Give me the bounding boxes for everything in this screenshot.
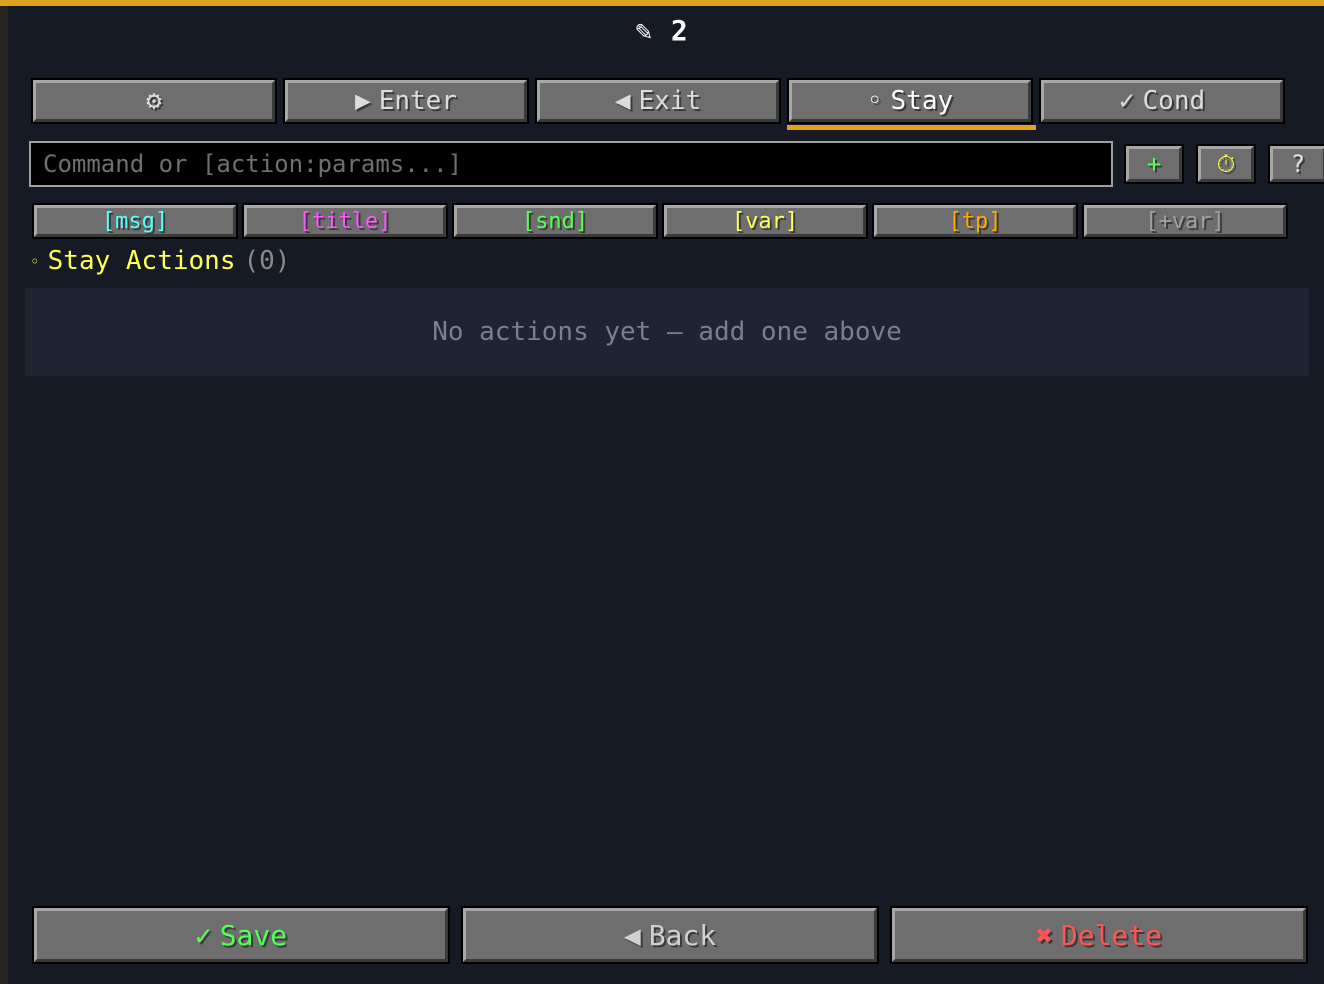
background-strip xyxy=(0,0,8,984)
tab-exit[interactable]: ◀ Exit xyxy=(535,78,781,124)
tab-label: Exit xyxy=(638,86,702,116)
screen: ✎ 2 ⚙ ▶ Enter ◀ Exit ◦ Stay ✓ Cond + ⏱ ?… xyxy=(0,0,1324,984)
title-text: 2 xyxy=(670,14,689,47)
help-button[interactable]: ? xyxy=(1268,144,1324,184)
tab-stay[interactable]: ◦ Stay xyxy=(787,78,1033,124)
chip-snd[interactable]: [snd] xyxy=(452,203,658,239)
tab-cond[interactable]: ✓ Cond xyxy=(1039,78,1285,124)
accent-top-bar xyxy=(0,0,1324,6)
back-button[interactable]: ◀ Back xyxy=(461,906,879,964)
pencil-icon: ✎ xyxy=(635,14,654,47)
chip-msg[interactable]: [msg] xyxy=(32,203,238,239)
page-title: ✎ 2 xyxy=(0,14,1324,47)
empty-message: No actions yet — add one above xyxy=(432,317,902,347)
actions-list-empty: No actions yet — add one above xyxy=(25,288,1309,376)
timer-icon: ⏱ xyxy=(1216,150,1236,178)
tab-settings[interactable]: ⚙ xyxy=(31,78,277,124)
back-arrow-icon: ◀ xyxy=(614,86,631,116)
chip-add-var[interactable]: [+var] xyxy=(1082,203,1288,239)
delete-button[interactable]: ✖ Delete xyxy=(890,906,1308,964)
section-title: Stay Actions xyxy=(47,246,236,276)
plus-icon: + xyxy=(1146,150,1162,178)
section-count: (0) xyxy=(243,246,291,276)
circle-icon: ◦ xyxy=(866,86,883,116)
back-arrow-icon: ◀ xyxy=(623,918,641,952)
circle-icon: ◦ xyxy=(30,251,40,271)
command-input[interactable] xyxy=(29,141,1113,187)
check-icon: ✓ xyxy=(1118,86,1135,116)
add-action-button[interactable]: + xyxy=(1124,144,1184,184)
check-icon: ✓ xyxy=(194,918,212,952)
chip-var[interactable]: [var] xyxy=(662,203,868,239)
tab-label: Stay xyxy=(890,86,954,116)
tab-label: Enter xyxy=(378,86,457,116)
tab-enter[interactable]: ▶ Enter xyxy=(283,78,529,124)
section-header: ◦ Stay Actions (0) xyxy=(30,246,290,276)
gear-icon: ⚙ xyxy=(146,86,162,116)
question-icon: ? xyxy=(1290,150,1306,178)
play-icon: ▶ xyxy=(355,86,371,116)
x-icon: ✖ xyxy=(1035,918,1053,952)
active-tab-indicator xyxy=(787,125,1036,130)
tab-label: Cond xyxy=(1142,86,1206,116)
delay-button[interactable]: ⏱ xyxy=(1196,144,1256,184)
chip-tp[interactable]: [tp] xyxy=(872,203,1078,239)
chip-title[interactable]: [title] xyxy=(242,203,448,239)
save-button[interactable]: ✓ Save xyxy=(32,906,450,964)
